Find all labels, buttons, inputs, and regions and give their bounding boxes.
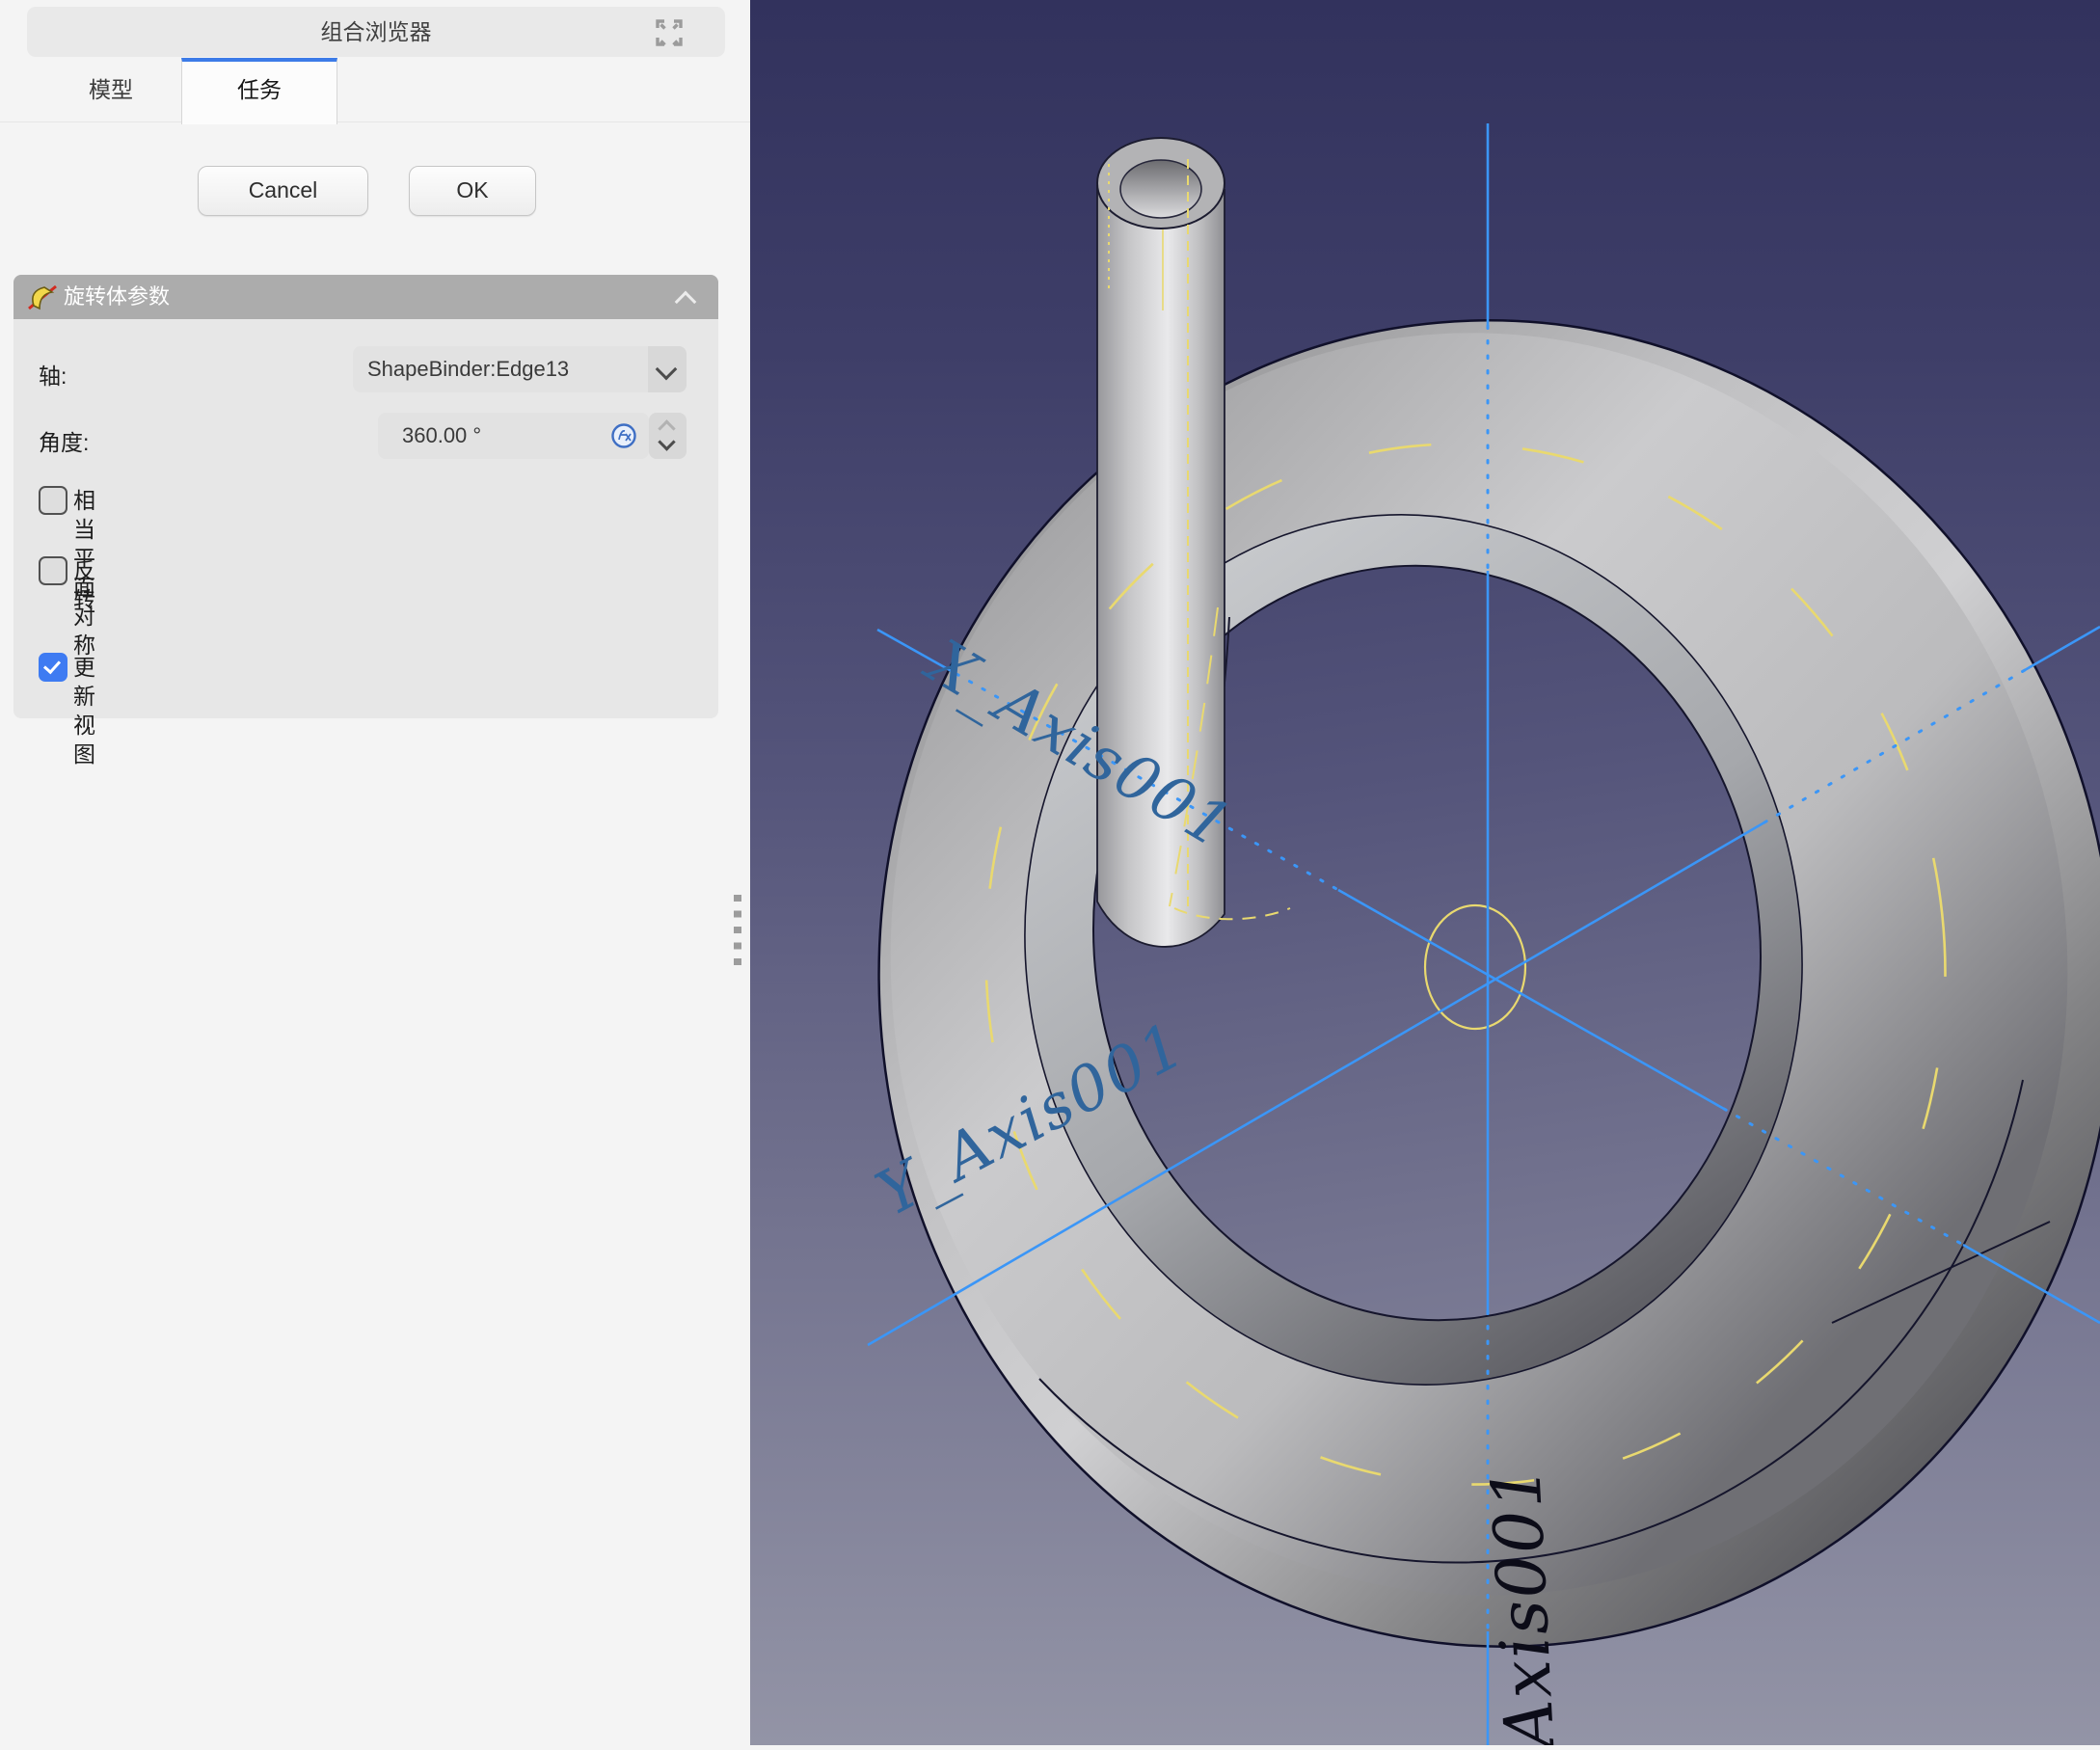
update-view-checkbox[interactable]: [39, 653, 67, 682]
viewport-canvas[interactable]: X_Axis001 Y_Axis001 Z_Axis001: [750, 0, 2100, 1745]
spin-down-icon[interactable]: [658, 433, 675, 450]
update-view-checkbox-label: 更新视图: [73, 653, 95, 768]
chevron-down-icon: [656, 359, 678, 381]
tab-tasks[interactable]: 任务: [181, 58, 337, 124]
tube-bore: [1120, 160, 1201, 218]
axis-dropdown[interactable]: ShapeBinder:Edge13: [353, 346, 687, 392]
angle-label: 角度:: [39, 424, 89, 457]
panel-title: 组合浏览器: [27, 7, 725, 57]
angle-value: 360.00 °: [402, 413, 481, 459]
axis-dropdown-button[interactable]: [648, 346, 687, 392]
cancel-button[interactable]: Cancel: [198, 166, 368, 216]
axis-dropdown-value: ShapeBinder:Edge13: [367, 346, 569, 392]
collapse-chevron-icon[interactable]: [675, 291, 697, 313]
group-header[interactable]: 旋转体参数: [13, 275, 718, 319]
expression-editor-icon[interactable]: [610, 422, 637, 449]
reversed-checkbox-label: 反转: [73, 556, 95, 614]
tab-bar: 模型 任务: [0, 58, 750, 122]
expand-icon[interactable]: [656, 19, 683, 46]
reversed-checkbox[interactable]: [39, 556, 67, 585]
group-title: 旋转体参数: [64, 275, 170, 319]
viewport-3d[interactable]: X_Axis001 Y_Axis001 Z_Axis001: [750, 0, 2100, 1745]
symmetric-checkbox[interactable]: [39, 486, 67, 515]
revolve-icon: [26, 283, 59, 311]
ok-button[interactable]: OK: [409, 166, 536, 216]
combo-view-panel: 组合浏览器 模型 任务 Cancel OK 旋转体参数 轴: ShapeBind…: [0, 0, 751, 1745]
panel-titlebar[interactable]: 组合浏览器: [27, 7, 725, 57]
splitter-handle[interactable]: [734, 895, 741, 966]
angle-spinner[interactable]: [649, 413, 687, 459]
axis-label: 轴:: [39, 358, 67, 390]
revolution-parameters-group: 旋转体参数 轴: ShapeBinder:Edge13 角度: 360.00 °…: [13, 275, 718, 718]
angle-input[interactable]: 360.00 °: [378, 413, 649, 459]
tab-model[interactable]: 模型: [39, 58, 183, 121]
